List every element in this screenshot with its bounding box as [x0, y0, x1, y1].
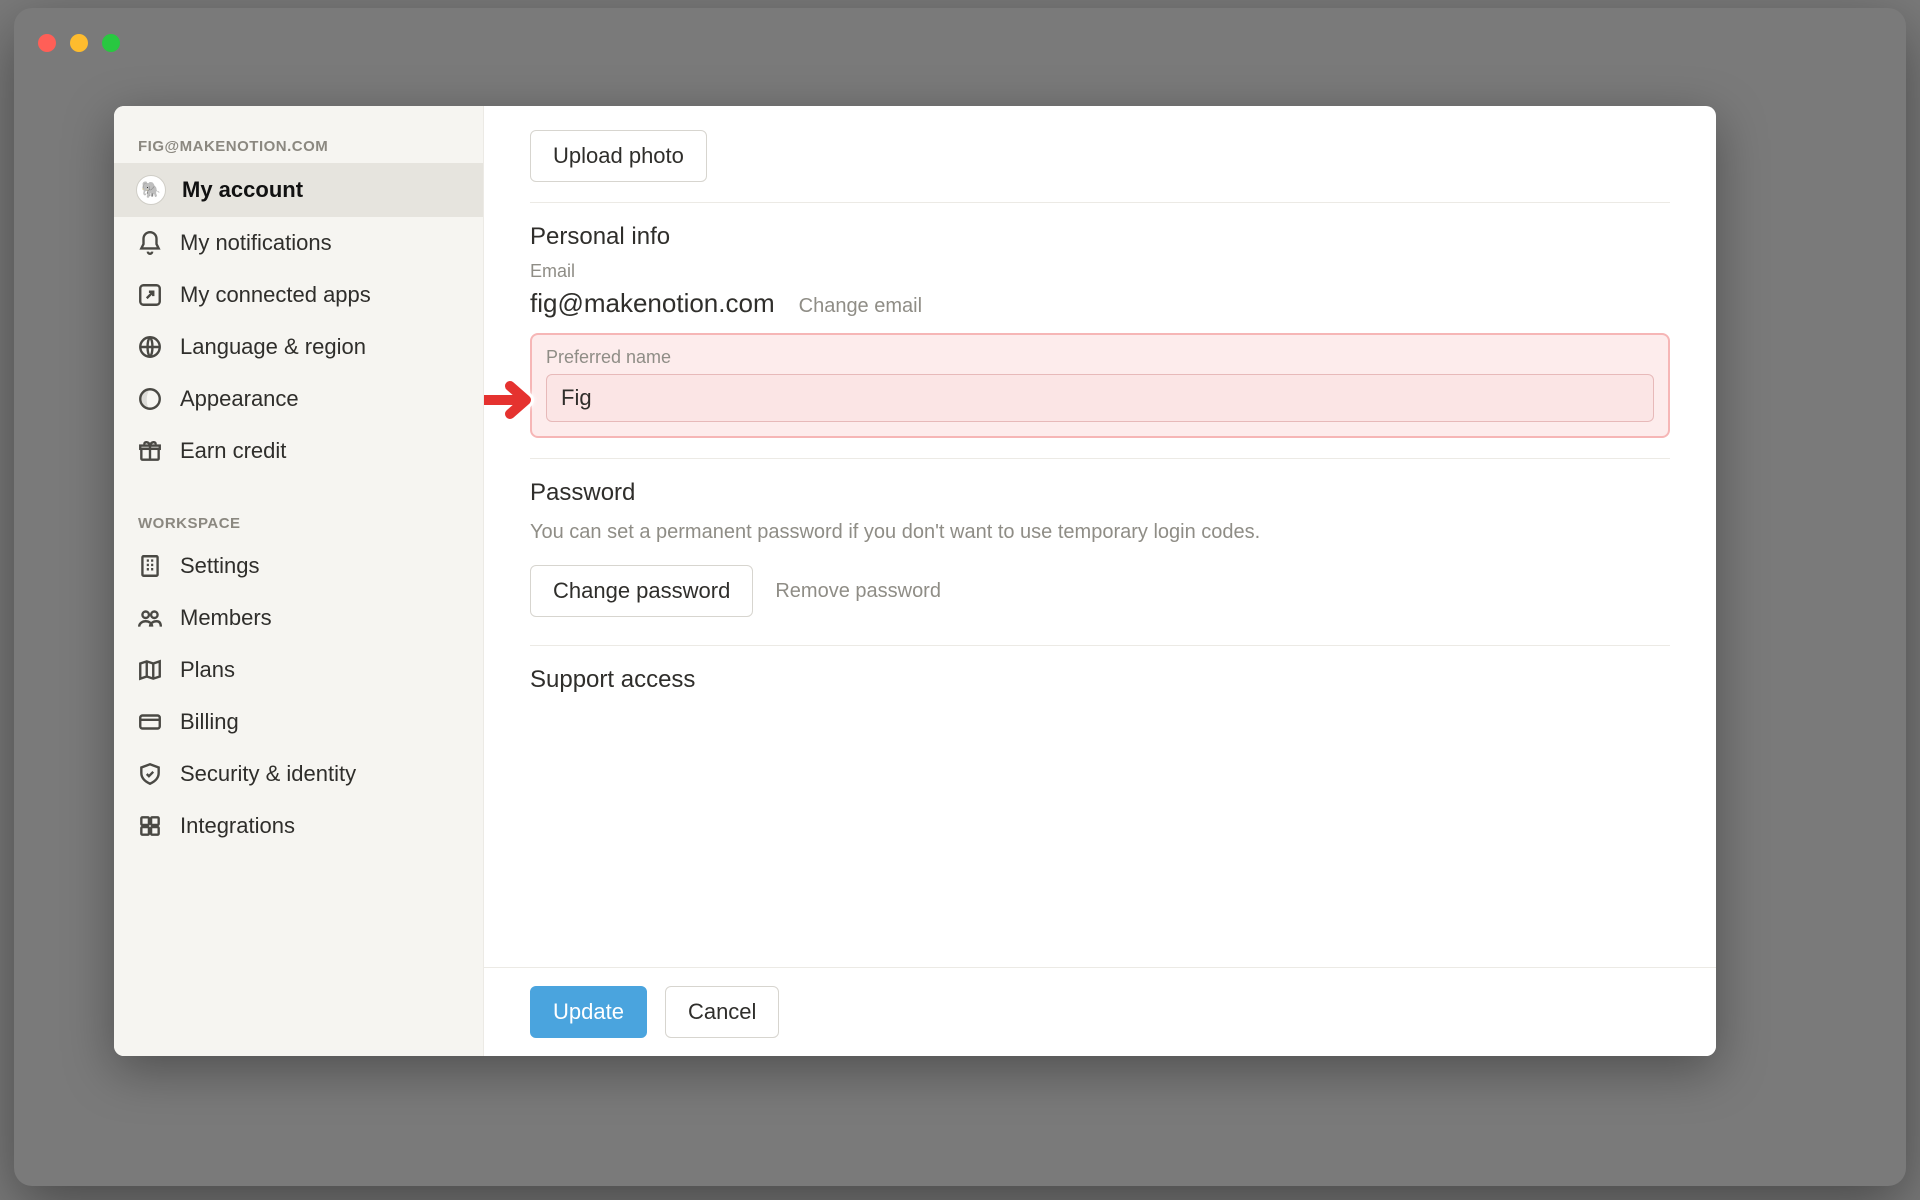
- sidebar-item-label: My connected apps: [180, 282, 371, 308]
- email-label: Email: [530, 261, 1670, 282]
- sidebar-item-members[interactable]: Members: [114, 592, 483, 644]
- sidebar-item-plans[interactable]: Plans: [114, 644, 483, 696]
- bell-icon: [136, 229, 164, 257]
- sidebar-item-label: Plans: [180, 657, 235, 683]
- password-description: You can set a permanent password if you …: [530, 517, 1330, 547]
- traffic-lights: [38, 34, 120, 52]
- avatar-icon: 🐘: [136, 175, 166, 205]
- moon-icon: [136, 385, 164, 413]
- external-link-icon: [136, 281, 164, 309]
- preferred-name-input[interactable]: [546, 374, 1654, 422]
- people-icon: [136, 604, 164, 632]
- sidebar-item-label: My account: [182, 177, 303, 203]
- sidebar-workspace-header: WORKSPACE: [114, 505, 483, 540]
- sidebar-item-label: Language & region: [180, 334, 366, 360]
- sidebar-item-settings[interactable]: Settings: [114, 540, 483, 592]
- settings-modal: FIG@MAKENOTION.COM 🐘 My account My notif…: [114, 106, 1716, 1056]
- sidebar-item-my-connected-apps[interactable]: My connected apps: [114, 269, 483, 321]
- sidebar-item-my-notifications[interactable]: My notifications: [114, 217, 483, 269]
- mac-window: FIG@MAKENOTION.COM 🐘 My account My notif…: [14, 8, 1906, 1186]
- shield-icon: [136, 760, 164, 788]
- map-icon: [136, 656, 164, 684]
- building-icon: [136, 552, 164, 580]
- sidebar-item-label: Integrations: [180, 813, 295, 839]
- sidebar-item-security-identity[interactable]: Security & identity: [114, 748, 483, 800]
- sidebar-item-label: Billing: [180, 709, 239, 735]
- footer-actions: Update Cancel: [484, 967, 1716, 1056]
- password-title: Password: [530, 479, 1670, 507]
- arrow-callout-icon: [484, 377, 536, 423]
- upload-photo-button[interactable]: Upload photo: [530, 130, 707, 182]
- sidebar-item-earn-credit[interactable]: Earn credit: [114, 425, 483, 477]
- arrow-callout-icon-outline: [484, 377, 536, 423]
- maximize-window-icon[interactable]: [102, 34, 120, 52]
- sidebar-item-label: Appearance: [180, 386, 299, 412]
- divider: [530, 645, 1670, 646]
- change-password-button[interactable]: Change password: [530, 565, 753, 617]
- settings-sidebar: FIG@MAKENOTION.COM 🐘 My account My notif…: [114, 106, 484, 1056]
- update-button[interactable]: Update: [530, 986, 647, 1038]
- sidebar-item-billing[interactable]: Billing: [114, 696, 483, 748]
- grid-icon: [136, 812, 164, 840]
- settings-main: Upload photo Personal info Email fig@mak…: [484, 106, 1716, 1056]
- change-email-link[interactable]: Change email: [799, 295, 922, 318]
- credit-card-icon: [136, 708, 164, 736]
- personal-info-title: Personal info: [530, 223, 1670, 251]
- close-window-icon[interactable]: [38, 34, 56, 52]
- sidebar-item-label: Earn credit: [180, 438, 286, 464]
- preferred-name-highlight: Preferred name: [530, 333, 1670, 438]
- cancel-button[interactable]: Cancel: [665, 986, 779, 1038]
- gift-icon: [136, 437, 164, 465]
- email-row: fig@makenotion.com Change email: [530, 288, 1670, 319]
- email-value: fig@makenotion.com: [530, 288, 775, 319]
- divider: [530, 202, 1670, 203]
- divider: [530, 458, 1670, 459]
- sidebar-item-label: My notifications: [180, 230, 332, 256]
- preferred-name-label: Preferred name: [546, 347, 1654, 368]
- sidebar-item-appearance[interactable]: Appearance: [114, 373, 483, 425]
- sidebar-item-label: Members: [180, 605, 272, 631]
- sidebar-item-language-region[interactable]: Language & region: [114, 321, 483, 373]
- minimize-window-icon[interactable]: [70, 34, 88, 52]
- sidebar-user-email-header: FIG@MAKENOTION.COM: [114, 128, 483, 163]
- support-access-title: Support access: [530, 666, 1670, 694]
- password-buttons: Change password Remove password: [530, 565, 1670, 617]
- remove-password-link[interactable]: Remove password: [775, 580, 941, 603]
- sidebar-item-my-account[interactable]: 🐘 My account: [114, 163, 483, 217]
- sidebar-item-integrations[interactable]: Integrations: [114, 800, 483, 852]
- sidebar-item-label: Security & identity: [180, 761, 356, 787]
- globe-icon: [136, 333, 164, 361]
- sidebar-item-label: Settings: [180, 553, 260, 579]
